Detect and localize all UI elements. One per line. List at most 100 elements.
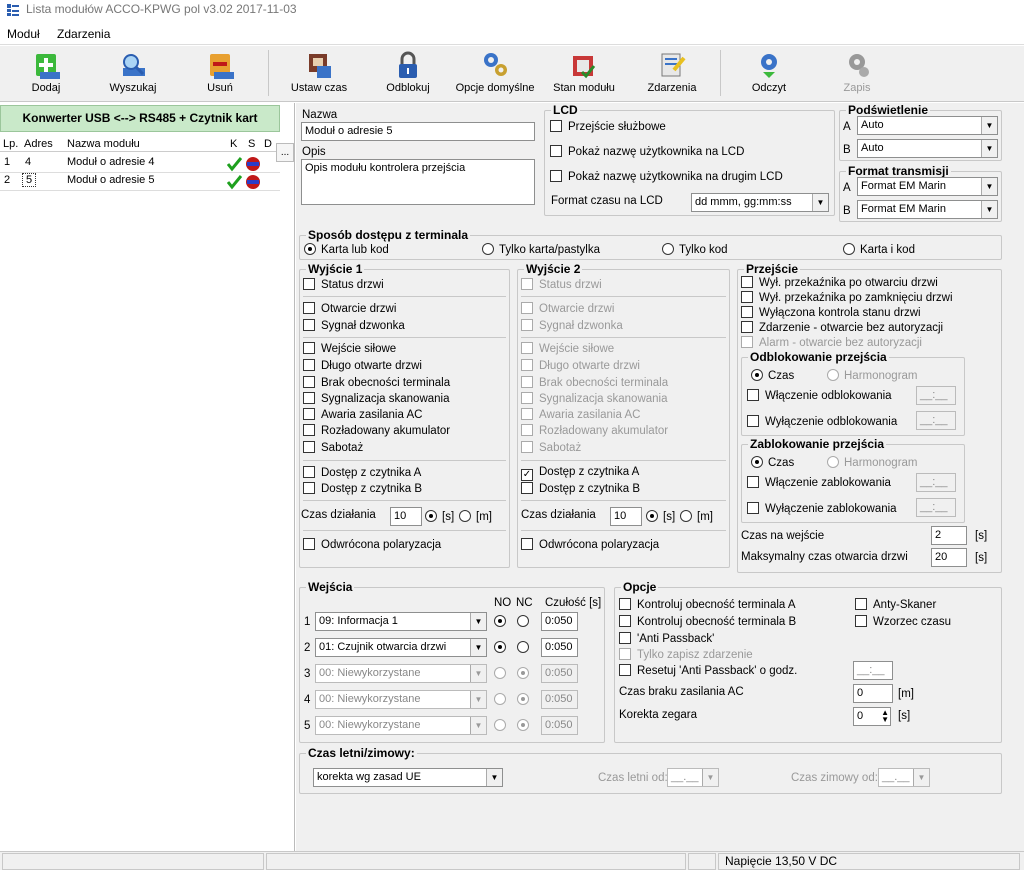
relay-off-open[interactable]: Wył. przekaźnika po otwarciu drzwi <box>741 276 938 291</box>
module-row[interactable]: 1 4 Moduł o adresie 4 <box>0 155 280 173</box>
out2-battery[interactable]: Rozładowany akumulator <box>521 424 668 439</box>
menu-modul[interactable]: Moduł <box>0 23 47 41</box>
summer-from-select[interactable]: __.__ ▼ <box>667 768 719 787</box>
lock-schedule-radio[interactable]: Harmonogram <box>827 456 918 471</box>
delete-button[interactable]: Usuń <box>196 50 244 100</box>
out1-reader-a[interactable]: Dostęp z czytnika A <box>303 466 421 481</box>
input2-no-radio[interactable] <box>494 641 511 656</box>
only-log-event[interactable]: Tylko zapisz zdarzenie <box>619 648 753 663</box>
reset-anti-passback[interactable]: Resetuj 'Anti Passback' o godz. <box>619 664 797 679</box>
show-user-lcd2-checkbox[interactable]: Pokaż nazwę użytkownika na drugim LCD <box>550 170 783 185</box>
input1-select[interactable]: 09: Informacja 1 ▼ <box>315 612 487 631</box>
check-terminal-b[interactable]: Kontroluj obecność terminala B <box>619 615 796 630</box>
backlight-b-select[interactable]: Auto ▼ <box>857 139 998 158</box>
unlock-disable-time[interactable]: __:__ <box>916 411 956 430</box>
out1-reader-b[interactable]: Dostęp z czytnika B <box>303 482 422 497</box>
max-open-time-input[interactable]: 20 <box>931 548 967 567</box>
anti-scanner[interactable]: Anty-Skaner <box>855 598 936 613</box>
format-a-select[interactable]: Format EM Marin ▼ <box>857 177 998 196</box>
out1-forced[interactable]: Wejście siłowe <box>303 342 396 357</box>
input5-nc-radio[interactable] <box>517 719 534 734</box>
event-unauthorized[interactable]: Zdarzenie - otwarcie bez autoryzacji <box>741 321 943 336</box>
alarm-unauthorized[interactable]: Alarm - otwarcie bez autoryzacji <box>741 336 922 351</box>
module-status-button[interactable]: Stan modułu <box>549 50 619 100</box>
door-control-off[interactable]: Wyłączona kontrola stanu drzwi <box>741 306 921 321</box>
check-terminal-a[interactable]: Kontroluj obecność terminala A <box>619 598 796 613</box>
input5-select[interactable]: 00: Niewykorzystane ▼ <box>315 716 487 735</box>
clock-correction-input[interactable]: 0 ▲ ▼ <box>853 707 891 726</box>
col-k[interactable]: K <box>230 138 237 150</box>
module-row[interactable]: 2 5 Moduł o adresie 5 <box>0 173 280 191</box>
out2-tamper[interactable]: Sabotaż <box>521 441 581 456</box>
out1-minutes-radio[interactable]: [m] <box>459 510 492 525</box>
out2-ac-fail[interactable]: Awaria zasilania AC <box>521 408 640 423</box>
input2-nc-radio[interactable] <box>517 641 534 656</box>
time-format-select[interactable]: dd mmm, gg:mm:ss ▼ <box>691 193 829 212</box>
out1-ac-fail[interactable]: Awaria zasilania AC <box>303 408 422 423</box>
input3-no-radio[interactable] <box>494 667 511 682</box>
out1-door-open[interactable]: Otwarcie drzwi <box>303 302 396 317</box>
out1-long-open[interactable]: Długo otwarte drzwi <box>303 359 422 374</box>
default-options-button[interactable]: Opcje domyślne <box>452 50 538 100</box>
input3-select[interactable]: 00: Niewykorzystane ▼ <box>315 664 487 683</box>
input2-select[interactable]: 01: Czujnik otwarcia drzwi ▼ <box>315 638 487 657</box>
input1-sensitivity[interactable]: 0:050 <box>541 612 578 631</box>
out1-seconds-radio[interactable]: [s] <box>425 510 454 525</box>
out1-scan[interactable]: Sygnalizacja skanowania <box>303 392 450 407</box>
ac-loss-input[interactable]: 0 <box>853 684 893 703</box>
service-pass-checkbox[interactable]: Przejście służbowe <box>550 120 666 135</box>
anti-passback[interactable]: 'Anti Passback' <box>619 632 714 647</box>
lock-disable-time[interactable]: __:__ <box>916 498 956 517</box>
input1-nc-radio[interactable] <box>517 615 534 630</box>
access-code-only-radio[interactable]: Tylko kod <box>662 243 728 258</box>
format-b-select[interactable]: Format EM Marin ▼ <box>857 200 998 219</box>
out2-bell[interactable]: Sygnał dzwonka <box>521 319 623 334</box>
out1-no-terminal[interactable]: Brak obecności terminala <box>303 376 450 391</box>
out1-door-status[interactable]: Status drzwi <box>303 278 384 293</box>
out2-minutes-radio[interactable]: [m] <box>680 510 713 525</box>
unlock-enable-time[interactable]: __:__ <box>916 386 956 405</box>
name-input[interactable]: Moduł o adresie 5 <box>301 122 535 141</box>
input5-sensitivity[interactable]: 0:050 <box>541 716 578 735</box>
unlock-enable-checkbox[interactable]: Włączenie odblokowania <box>747 389 892 404</box>
input5-no-radio[interactable] <box>494 719 511 734</box>
lock-enable-time[interactable]: __:__ <box>916 473 956 492</box>
col-lp[interactable]: Lp. <box>3 138 18 150</box>
lock-enable-checkbox[interactable]: Włączenie zablokowania <box>747 476 891 491</box>
col-nazwa[interactable]: Nazwa modułu <box>67 138 140 150</box>
unlock-time-radio[interactable]: Czas <box>751 369 794 384</box>
relay-off-close[interactable]: Wył. przekaźnika po zamknięciu drzwi <box>741 291 953 306</box>
search-button[interactable]: Wyszukaj <box>100 50 166 100</box>
input4-select[interactable]: 00: Niewykorzystane ▼ <box>315 690 487 709</box>
out1-time-input[interactable]: 10 <box>390 507 422 526</box>
set-time-button[interactable]: Ustaw czas <box>284 50 354 100</box>
out1-battery[interactable]: Rozładowany akumulator <box>303 424 450 439</box>
winter-from-select[interactable]: __.__ ▼ <box>878 768 930 787</box>
unlock-schedule-radio[interactable]: Harmonogram <box>827 369 918 384</box>
time-reference[interactable]: Wzorzec czasu <box>855 615 951 630</box>
out1-tamper[interactable]: Sabotaż <box>303 441 363 456</box>
out2-seconds-radio[interactable]: [s] <box>646 510 675 525</box>
backlight-a-select[interactable]: Auto ▼ <box>857 116 998 135</box>
input3-nc-radio[interactable] <box>517 667 534 682</box>
out2-reader-a[interactable]: ✓ Dostęp z czytnika A <box>521 466 639 481</box>
unlock-disable-checkbox[interactable]: Wyłączenie odblokowania <box>747 415 897 430</box>
menu-zdarzenia[interactable]: Zdarzenia <box>50 23 117 41</box>
out2-no-terminal[interactable]: Brak obecności terminala <box>521 376 668 391</box>
lock-time-radio[interactable]: Czas <box>751 456 794 471</box>
col-d[interactable]: D <box>264 138 272 150</box>
unlock-button[interactable]: Odblokuj <box>380 50 436 100</box>
out2-forced[interactable]: Wejście siłowe <box>521 342 614 357</box>
access-card-and-code-radio[interactable]: Karta i kod <box>843 243 915 258</box>
browse-button[interactable]: ... <box>276 143 294 162</box>
out2-door-status[interactable]: Status drzwi <box>521 278 602 293</box>
input4-sensitivity[interactable]: 0:050 <box>541 690 578 709</box>
access-card-or-code-radio[interactable]: Karta lub kod <box>304 243 389 258</box>
reset-time-input[interactable]: __:__ <box>853 661 893 680</box>
lock-disable-checkbox[interactable]: Wyłączenie zablokowania <box>747 502 897 517</box>
description-input[interactable]: Opis modułu kontrolera przejścia <box>301 159 535 205</box>
out1-bell[interactable]: Sygnał dzwonka <box>303 319 405 334</box>
input1-no-radio[interactable] <box>494 615 511 630</box>
input2-sensitivity[interactable]: 0:050 <box>541 638 578 657</box>
out2-scan[interactable]: Sygnalizacja skanowania <box>521 392 668 407</box>
